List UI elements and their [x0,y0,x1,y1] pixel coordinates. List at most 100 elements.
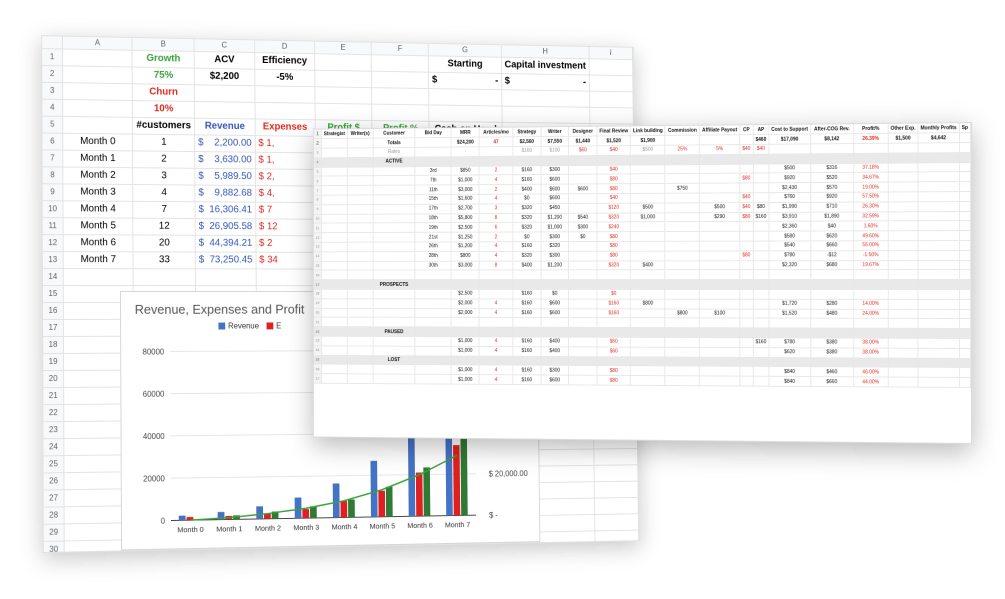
cell[interactable] [415,374,451,384]
row-number[interactable]: 11 [43,217,63,234]
cell[interactable] [665,155,700,165]
cell[interactable] [62,65,132,83]
cell[interactable]: $380 [810,338,853,348]
cell[interactable] [959,143,970,153]
cell[interactable] [513,156,541,166]
cell[interactable] [665,241,700,251]
cell[interactable] [631,251,666,261]
month-label[interactable]: Month 5 [63,217,133,234]
acv-label[interactable]: ACV [194,51,254,69]
cell[interactable]: Other Exp. [888,124,918,134]
cell[interactable] [888,377,918,387]
cell[interactable] [347,336,373,346]
row-number[interactable]: 16 [43,302,63,319]
cell[interactable] [347,280,373,289]
cell[interactable]: $840 [769,377,811,387]
cell[interactable] [569,280,597,290]
cell[interactable] [594,481,638,498]
cell[interactable]: $1,200 [452,242,480,252]
revenue-cell[interactable]: $9,882.68 [195,185,255,202]
cell[interactable] [322,299,348,308]
cell[interactable]: Bid Day [415,128,451,138]
cell[interactable]: $100 [700,309,740,319]
cell[interactable]: $780 [769,338,811,348]
cell[interactable]: $380 [810,348,853,358]
capital-label[interactable]: Capital investment [501,57,589,75]
cell[interactable] [888,290,918,300]
cell[interactable] [322,139,348,149]
cell[interactable] [700,357,740,367]
row-number[interactable]: 13 [43,251,63,268]
row-number[interactable]: 17 [314,280,322,289]
cell[interactable] [322,157,348,167]
cell[interactable] [853,358,888,368]
cell[interactable] [347,157,373,167]
row-number[interactable]: 5 [42,116,62,133]
cell[interactable] [194,84,254,102]
cell[interactable] [631,376,666,386]
cell[interactable]: $2,560 [513,137,541,147]
cell[interactable]: $1,600 [452,194,480,204]
row-number[interactable]: 18 [314,289,322,298]
cell[interactable] [452,327,480,337]
cell[interactable] [740,164,754,174]
cell[interactable] [513,280,541,290]
row-number[interactable]: 4 [42,99,62,116]
month-label[interactable]: Month 0 [63,133,133,151]
cell[interactable] [373,270,415,279]
cell[interactable] [322,317,348,326]
cell[interactable] [700,299,740,309]
cell[interactable] [740,338,754,348]
cell[interactable] [810,153,853,163]
cell[interactable] [569,251,597,261]
expenses-cell[interactable]: $ 1, [255,135,315,152]
cell[interactable] [347,195,373,205]
cell[interactable] [959,172,970,182]
cell[interactable] [740,328,754,338]
cell[interactable] [918,211,959,221]
cell[interactable]: $40 [597,146,631,156]
cell[interactable] [700,347,740,357]
cell[interactable]: MRR [452,128,480,138]
cell[interactable] [700,174,740,184]
row-number[interactable]: 16 [314,270,322,279]
cell[interactable] [631,366,666,376]
cell[interactable] [665,318,700,328]
row-number[interactable]: 3 [42,82,62,99]
cell[interactable] [740,280,754,290]
cell[interactable]: $160 [753,338,769,348]
cell[interactable]: $0 [597,289,631,299]
cell[interactable] [373,365,415,375]
cell[interactable] [740,183,754,193]
revenue-cell[interactable]: $26,905.58 [195,218,255,235]
cell[interactable] [959,319,970,329]
cell[interactable] [347,223,373,233]
cell[interactable] [918,182,959,192]
cell[interactable]: $320 [513,251,541,261]
cell[interactable] [959,192,970,202]
cell[interactable]: 2 [479,185,513,195]
cell[interactable]: 8 [479,213,513,223]
cell[interactable]: 19th [415,223,451,233]
cell[interactable]: 14.00% [853,299,888,309]
customers-cell[interactable]: 1 [133,134,195,151]
cell[interactable] [569,347,597,357]
cell[interactable]: 4 [479,251,513,261]
cell[interactable] [347,299,373,308]
cell[interactable] [888,192,918,202]
cell[interactable] [373,195,415,205]
cell[interactable]: $80 [597,184,631,194]
cell[interactable] [597,270,631,280]
cell[interactable] [373,223,415,233]
cell[interactable]: $160 [513,308,541,318]
row-number[interactable]: 29 [44,523,64,540]
row-number[interactable]: 5 [314,167,322,176]
cell[interactable]: $80 [597,375,631,385]
cell[interactable]: $160 [513,365,541,375]
cell[interactable]: $3,000 [452,261,480,271]
cell[interactable] [373,166,415,176]
cell[interactable] [415,346,451,356]
cell[interactable] [810,319,853,329]
cell[interactable] [810,280,853,290]
cell[interactable] [315,103,372,120]
